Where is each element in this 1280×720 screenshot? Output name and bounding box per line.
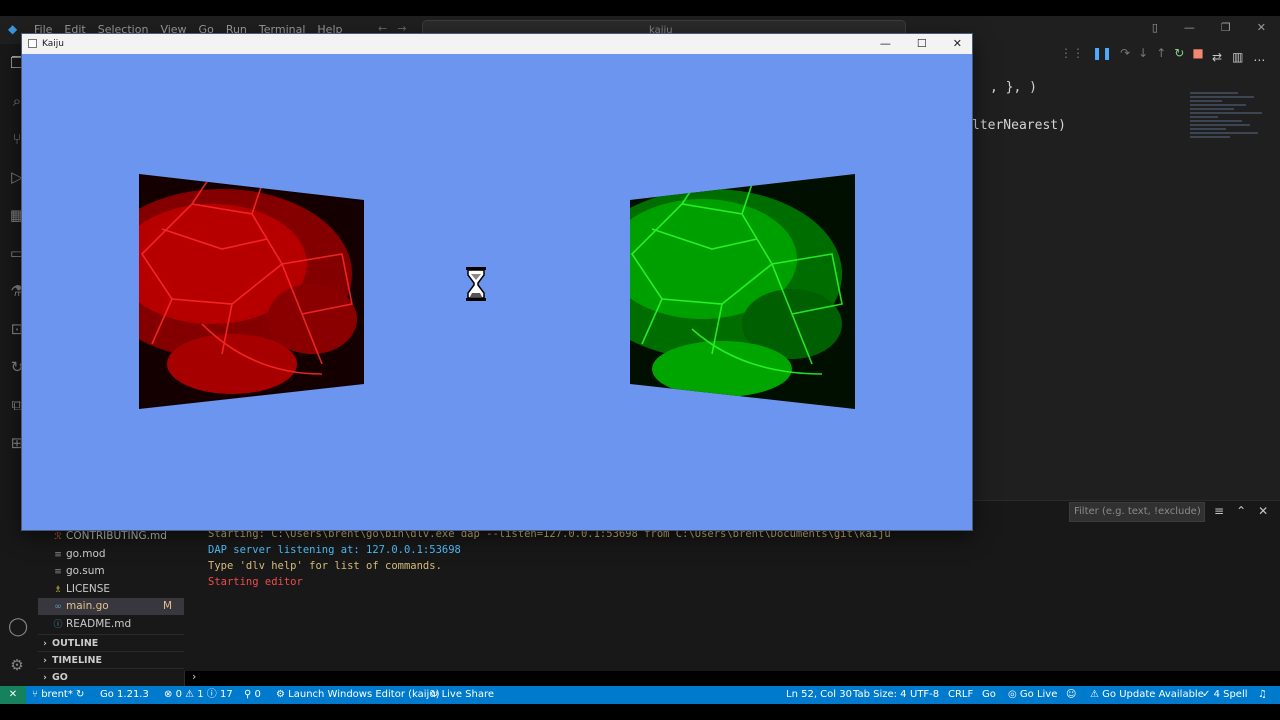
file-label: LICENSE bbox=[66, 583, 111, 595]
stop-icon[interactable]: ■ bbox=[1192, 46, 1203, 60]
file-item-readme[interactable]: ⓘ README.md bbox=[38, 616, 184, 633]
render-canvas[interactable] bbox=[22, 54, 972, 530]
go-version[interactable]: Go 1.21.3 bbox=[100, 686, 149, 704]
go-update[interactable]: ⚠ Go Update Available bbox=[1090, 686, 1204, 704]
console-line: Starting editor bbox=[208, 576, 303, 588]
status-bar: ✕ ⑂ brent* ↻ Go 1.21.3 ⊗ 0 ⚠ 1 ⓘ 17 ⚲ 0 … bbox=[0, 686, 1280, 704]
section-label: TIMELINE bbox=[52, 655, 102, 666]
chevron-right-icon: › bbox=[43, 673, 47, 683]
vscode-window-controls: ▯ — ❐ ✕ bbox=[1152, 21, 1266, 34]
lines-file-icon: ≡ bbox=[54, 550, 62, 560]
markdown-file-icon: ℛ bbox=[54, 532, 62, 542]
restart-icon[interactable]: ↻ bbox=[1174, 46, 1184, 60]
file-item-go-sum[interactable]: ≡ go.sum bbox=[38, 563, 184, 580]
more-actions-icon[interactable]: … bbox=[1253, 50, 1265, 64]
language-mode[interactable]: Go bbox=[982, 686, 996, 704]
file-label: go.sum bbox=[66, 565, 105, 577]
panel-filter-input[interactable]: Filter (e.g. text, !exclude) bbox=[1069, 502, 1205, 522]
minimize-icon[interactable]: — bbox=[1184, 21, 1195, 34]
problems-count[interactable]: ⊗ 0 ⚠ 1 ⓘ 17 bbox=[164, 686, 233, 704]
section-label: GO bbox=[52, 672, 68, 683]
info-file-icon: ⓘ bbox=[53, 620, 63, 630]
ports-icon: ⚲ bbox=[244, 689, 255, 700]
step-over-icon[interactable]: ↷ bbox=[1120, 46, 1130, 60]
section-timeline[interactable]: › TIMELINE bbox=[38, 651, 184, 669]
panel-actions: ≡ ⌃ ✕ bbox=[1214, 504, 1268, 518]
maximize-icon[interactable]: ☐ bbox=[917, 34, 927, 54]
console-line: DAP server listening at: 127.0.0.1:53698 bbox=[208, 544, 461, 556]
ports-count[interactable]: ⚲ 0 bbox=[244, 686, 261, 704]
eol[interactable]: CRLF bbox=[948, 686, 973, 704]
check-icon: ✓ bbox=[1202, 689, 1214, 700]
layout-icon[interactable]: ▯ bbox=[1152, 21, 1158, 34]
file-label: README.md bbox=[66, 618, 132, 630]
cursor-position[interactable]: Ln 52, Col 30 bbox=[786, 686, 852, 704]
warning-icon: ⚠ bbox=[1090, 689, 1103, 700]
git-branch[interactable]: ⑂ brent* ↻ bbox=[32, 686, 84, 704]
live-share-status[interactable]: ↻ Live Share bbox=[430, 686, 494, 704]
clear-console-icon[interactable]: ≡ bbox=[1214, 504, 1224, 518]
drag-handle-icon[interactable]: ⋮⋮ bbox=[1060, 46, 1084, 60]
file-item-main-go[interactable]: ∞ main.go M bbox=[38, 598, 184, 615]
debug-toolbar: ⋮⋮ ❚❚ ↷ ↓ ↑ ↻ ■ bbox=[1060, 46, 1204, 60]
live-share-small-icon: ↻ bbox=[430, 689, 442, 700]
section-label: OUTLINE bbox=[52, 638, 99, 649]
close-panel-icon[interactable]: ✕ bbox=[1258, 504, 1268, 518]
encoding[interactable]: UTF-8 bbox=[910, 686, 939, 704]
go-file-icon: ∞ bbox=[54, 602, 62, 612]
copilot-icon[interactable]: ☺ bbox=[1066, 686, 1076, 704]
screen-letterbox bbox=[0, 704, 1280, 720]
broadcast-icon: ◎ bbox=[1008, 689, 1020, 700]
vscode-logo-icon: ◆ bbox=[8, 22, 18, 36]
kaiju-titlebar[interactable]: Kaiju — ☐ ✕ bbox=[22, 34, 972, 54]
section-outline[interactable]: › OUTLINE bbox=[38, 634, 184, 652]
debug-console-output: Starting: C:\Users\brent\go\bin\dlv.exe … bbox=[208, 526, 891, 590]
maximize-panel-icon[interactable]: ⌃ bbox=[1236, 504, 1246, 518]
file-label: go.mod bbox=[66, 548, 106, 560]
minimize-icon[interactable]: — bbox=[880, 34, 891, 54]
notifications-bell-icon[interactable]: ♫ bbox=[1258, 686, 1267, 704]
kaiju-window: Kaiju — ☐ ✕ bbox=[22, 34, 972, 530]
step-out-icon[interactable]: ↑ bbox=[1156, 46, 1166, 60]
error-icon: ⊗ bbox=[164, 689, 176, 700]
code-line[interactable]: lterNearest) bbox=[972, 118, 1066, 133]
close-icon[interactable]: ✕ bbox=[953, 34, 962, 54]
section-go[interactable]: › GO bbox=[38, 668, 184, 686]
step-into-icon[interactable]: ↓ bbox=[1138, 46, 1148, 60]
branch-icon: ⑂ bbox=[32, 689, 42, 700]
maximize-icon[interactable]: ❐ bbox=[1221, 21, 1231, 34]
pause-icon[interactable]: ❚❚ bbox=[1092, 46, 1112, 60]
window-title: Kaiju bbox=[42, 39, 64, 49]
file-label: main.go bbox=[66, 600, 109, 612]
console-input-chevron-icon[interactable]: › bbox=[192, 670, 196, 683]
red-turtle-quad bbox=[139, 174, 364, 409]
file-label: CONTRIBUTING.md bbox=[66, 530, 167, 542]
app-icon bbox=[28, 39, 37, 48]
file-item-go-mod[interactable]: ≡ go.mod bbox=[38, 546, 184, 563]
file-item-license[interactable]: ♗ LICENSE bbox=[38, 581, 184, 598]
code-line[interactable]: , }, ) bbox=[990, 80, 1037, 95]
file-item-contributing[interactable]: ℛ CONTRIBUTING.md bbox=[38, 528, 184, 545]
green-turtle-quad bbox=[630, 174, 855, 409]
hourglass-busy-icon bbox=[466, 267, 486, 301]
minimap[interactable] bbox=[1190, 90, 1270, 190]
modified-badge: M bbox=[162, 600, 172, 612]
close-icon[interactable]: ✕ bbox=[1257, 21, 1266, 34]
settings-gear-icon[interactable]: ⚙ bbox=[8, 656, 26, 674]
launch-config[interactable]: ⚙ Launch Windows Editor (kaiju) bbox=[276, 686, 440, 704]
split-editor-icon[interactable]: ▥ bbox=[1232, 50, 1243, 64]
account-icon[interactable]: ◯ bbox=[8, 618, 28, 636]
compare-icon[interactable]: ⇄ bbox=[1212, 50, 1222, 64]
tab-size[interactable]: Tab Size: 4 bbox=[853, 686, 907, 704]
license-file-icon: ♗ bbox=[53, 585, 63, 595]
debug-icon: ⚙ bbox=[276, 689, 289, 700]
console-line: Type 'dlv help' for list of commands. bbox=[208, 560, 442, 572]
kaiju-window-controls: — ☐ ✕ bbox=[880, 34, 962, 54]
editor-actions: ⇄ ▥ … bbox=[1212, 50, 1265, 64]
go-live[interactable]: ◎ Go Live bbox=[1008, 686, 1057, 704]
spell-check[interactable]: ✓ 4 Spell bbox=[1202, 686, 1248, 704]
lines-file-icon: ≡ bbox=[54, 567, 62, 577]
remote-indicator[interactable]: ✕ bbox=[0, 686, 26, 704]
